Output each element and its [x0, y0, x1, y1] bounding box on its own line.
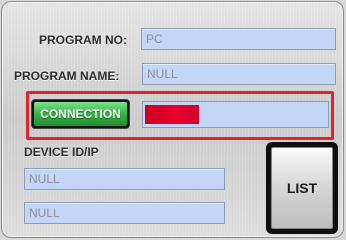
device-id-ip-label: DEVICE ID/IP [24, 145, 99, 159]
device-id-field[interactable]: NULL [24, 168, 225, 190]
program-name-field[interactable]: NULL [142, 63, 336, 85]
connection-progress-bar [142, 101, 329, 128]
connection-button-label: CONNECTION [34, 102, 127, 126]
list-button-label: LIST [271, 147, 333, 229]
program-name-label: PROGRAM NAME: [14, 69, 120, 83]
program-no-field[interactable]: PC [141, 28, 336, 50]
list-button[interactable]: LIST [266, 142, 338, 234]
connection-progress-fill [145, 105, 199, 124]
program-no-label: PROGRAM NO: [39, 33, 127, 47]
device-ip-field[interactable]: NULL [24, 202, 225, 224]
connection-button[interactable]: CONNECTION [31, 99, 130, 129]
control-panel: PROGRAM NO: PC PROGRAM NAME: NULL CONNEC… [1, 1, 344, 238]
